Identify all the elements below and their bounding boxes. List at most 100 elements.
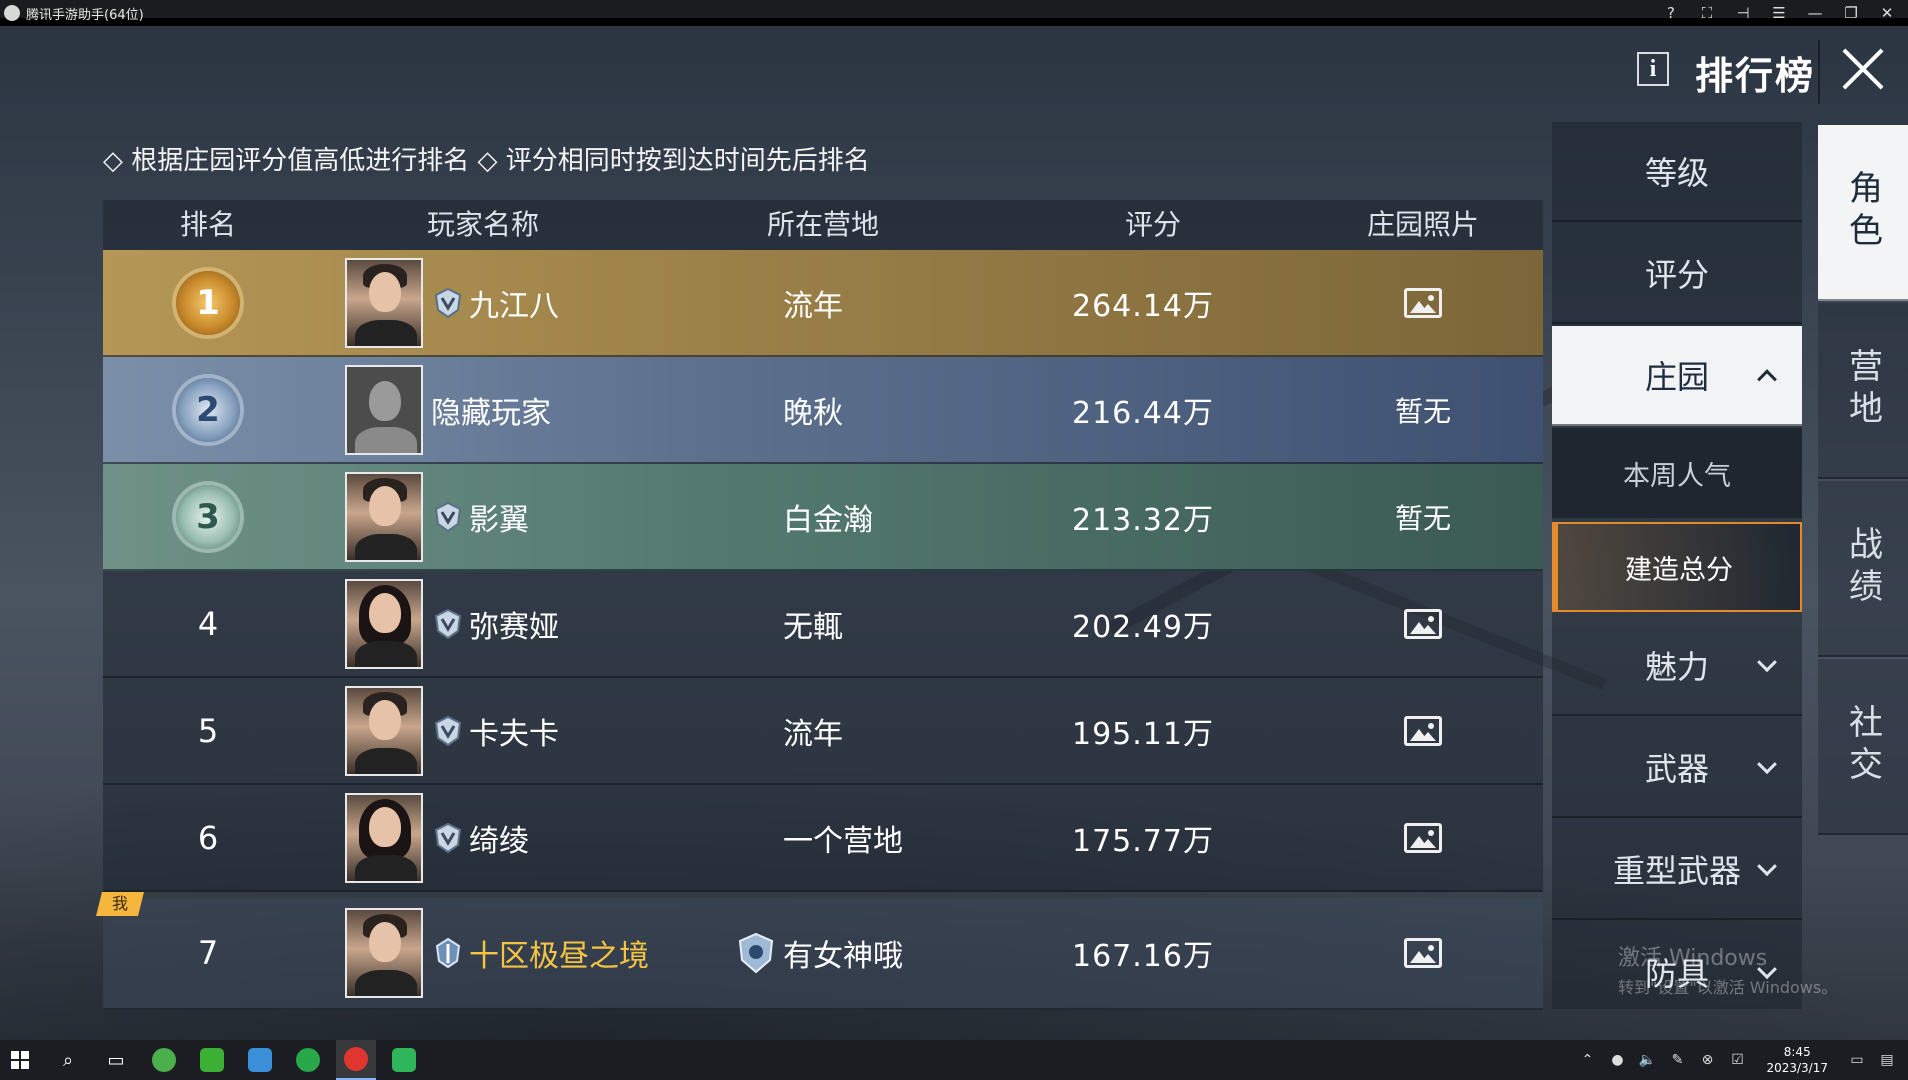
game-assistant-app-icon[interactable] — [336, 1040, 376, 1080]
image-icon[interactable] — [1404, 715, 1442, 746]
score-cell: 167.16万 — [1003, 898, 1283, 1008]
my-rank-row[interactable]: 我 7 十区极昼之境 有女神哦 167.16万 — [96, 892, 1543, 1010]
category-label: 重型武器 — [1612, 852, 1741, 890]
pin-icon[interactable]: ⊣ — [1732, 2, 1754, 24]
table-row[interactable]: 5 卡夫卡 流年 195.11万 — [103, 678, 1543, 785]
show-desktop-icon[interactable]: ▭ — [1848, 1051, 1866, 1069]
windows-start-icon[interactable] — [0, 1040, 40, 1080]
player-avatar[interactable] — [345, 258, 423, 348]
close-icon[interactable] — [1840, 46, 1886, 92]
window-titlebar: 腾讯手游助手(64位) ? ⛶ ⊣ ☰ — ❐ ✕ — [0, 0, 1908, 26]
player-avatar[interactable] — [345, 365, 423, 455]
menu-icon[interactable]: ☰ — [1768, 2, 1790, 24]
subcategory-weekly-popularity[interactable]: 本周人气 — [1552, 428, 1802, 518]
help-icon[interactable]: ? — [1660, 2, 1682, 24]
image-icon[interactable] — [1404, 608, 1442, 639]
rank-number: 4 — [197, 604, 219, 643]
column-header-camp: 所在营地 — [766, 208, 879, 241]
table-row[interactable]: 2 隐藏玩家 晚秋 216.44万 暂无 — [103, 357, 1543, 464]
category-heavy-weapon[interactable]: 重型武器 — [1552, 820, 1802, 920]
table-row[interactable]: 3 影翼 白金瀚 213.32万 暂无 — [103, 464, 1543, 571]
fullscreen-icon[interactable]: ⛶ — [1696, 2, 1718, 24]
player-avatar[interactable] — [345, 579, 423, 669]
image-icon[interactable] — [1404, 822, 1442, 853]
manor-photo-cell[interactable] — [1353, 785, 1493, 890]
camp-name: 有女神哦 — [783, 939, 903, 974]
search-icon[interactable]: ⌕ — [48, 1040, 88, 1080]
table-row[interactable]: 4 弥赛娅 无輒 202.49万 — [103, 571, 1543, 678]
image-app-icon[interactable] — [240, 1040, 280, 1080]
rank-cell: 3 — [103, 464, 313, 569]
check-icon[interactable]: ☑ — [1728, 1051, 1746, 1069]
side-tab-camp[interactable]: 营地 — [1818, 303, 1908, 479]
player-name: 九江八 — [469, 288, 559, 324]
no-photo-text: 暂无 — [1394, 394, 1451, 428]
hand-app-icon[interactable] — [288, 1040, 328, 1080]
camp-name: 无輒 — [783, 609, 843, 645]
rank-number: 1 — [196, 282, 220, 323]
pen-icon[interactable]: ✎ — [1668, 1051, 1686, 1069]
minimize-icon[interactable]: — — [1804, 2, 1826, 24]
table-row[interactable]: 1 九江八 流年 264.14万 — [103, 250, 1543, 357]
side-tab-label: 社交 — [1842, 704, 1883, 788]
chevron-down-icon — [1757, 652, 1777, 673]
clock-time: 8:45 — [1783, 1045, 1811, 1059]
info-button[interactable]: i — [1637, 52, 1669, 86]
category-manor[interactable]: 庄园 — [1552, 326, 1802, 426]
camp-cell: 有女神哦 — [643, 898, 1023, 1008]
manor-photo-cell[interactable] — [1353, 571, 1493, 676]
side-tab-character[interactable]: 角色 — [1818, 125, 1908, 301]
restore-icon[interactable]: ❐ — [1840, 2, 1862, 24]
player-name: 卡夫卡 — [469, 716, 559, 752]
category-label: 庄园 — [1644, 358, 1709, 396]
chevron-down-icon — [1757, 754, 1777, 775]
browser-app-icon[interactable] — [144, 1040, 184, 1080]
camp-emblem-icon — [738, 932, 774, 974]
tier-badge-icon — [431, 286, 465, 320]
player-avatar[interactable] — [345, 793, 423, 883]
manor-photo-cell[interactable] — [1353, 678, 1493, 783]
ranking-rules-text: ◇ 根据庄园评分值高低进行排名 ◇ 评分相同时按到达时间先后排名 — [103, 146, 870, 176]
camp-cell: 流年 — [643, 250, 1023, 355]
side-tab-social[interactable]: 社交 — [1818, 659, 1908, 835]
category-level[interactable]: 等级 — [1552, 122, 1802, 222]
category-charm[interactable]: 魅力 — [1552, 616, 1802, 716]
watermark-line1: 激活 Windows — [1618, 946, 1768, 971]
green-app-icon[interactable] — [384, 1040, 424, 1080]
network-icon[interactable]: ⊗ — [1698, 1051, 1716, 1069]
side-tab-record[interactable]: 战绩 — [1818, 481, 1908, 657]
rank-medal-icon: 3 — [176, 484, 240, 549]
player-name: 影翼 — [469, 502, 529, 538]
tier-badge-icon — [431, 714, 465, 748]
image-icon[interactable] — [1404, 938, 1442, 968]
manor-photo-cell[interactable] — [1353, 898, 1493, 1008]
manor-photo-cell[interactable] — [1353, 250, 1493, 355]
window-close-icon[interactable]: ✕ — [1876, 2, 1898, 24]
player-avatar[interactable] — [345, 686, 423, 776]
task-view-icon[interactable]: ▭ — [96, 1040, 136, 1080]
chevron-up-icon — [1757, 369, 1777, 390]
camp-name: 流年 — [783, 288, 843, 324]
player-avatar[interactable] — [345, 908, 423, 998]
image-icon[interactable] — [1404, 287, 1442, 318]
category-weapon[interactable]: 武器 — [1552, 718, 1802, 818]
score-value: 195.11万 — [1072, 716, 1214, 752]
category-score[interactable]: 评分 — [1552, 224, 1802, 324]
notification-icon[interactable]: ▤ — [1878, 1051, 1896, 1069]
window-title: 腾讯手游助手(64位) — [26, 7, 144, 23]
camp-name: 晚秋 — [783, 395, 843, 431]
subcategory-build-total[interactable]: 建造总分 — [1552, 522, 1802, 612]
camp-name: 流年 — [783, 716, 843, 752]
category-label: 魅力 — [1644, 648, 1709, 686]
player-avatar[interactable] — [345, 472, 423, 562]
player-name: 弥赛娅 — [469, 609, 559, 645]
clock[interactable]: 8:45 2023/3/17 — [1766, 1044, 1828, 1076]
tier-badge-icon — [431, 936, 465, 970]
tray-expand-icon[interactable]: ⌃ — [1578, 1051, 1596, 1069]
score-cell: 195.11万 — [1003, 678, 1283, 783]
table-row[interactable]: 6 绮绫 一个营地 175.77万 — [103, 785, 1543, 892]
wechat-app-icon[interactable] — [192, 1040, 232, 1080]
volume-icon[interactable]: 🔈 — [1638, 1051, 1656, 1069]
qq-icon[interactable]: ● — [1608, 1051, 1626, 1069]
page-title: 排行榜 — [1695, 54, 1816, 98]
